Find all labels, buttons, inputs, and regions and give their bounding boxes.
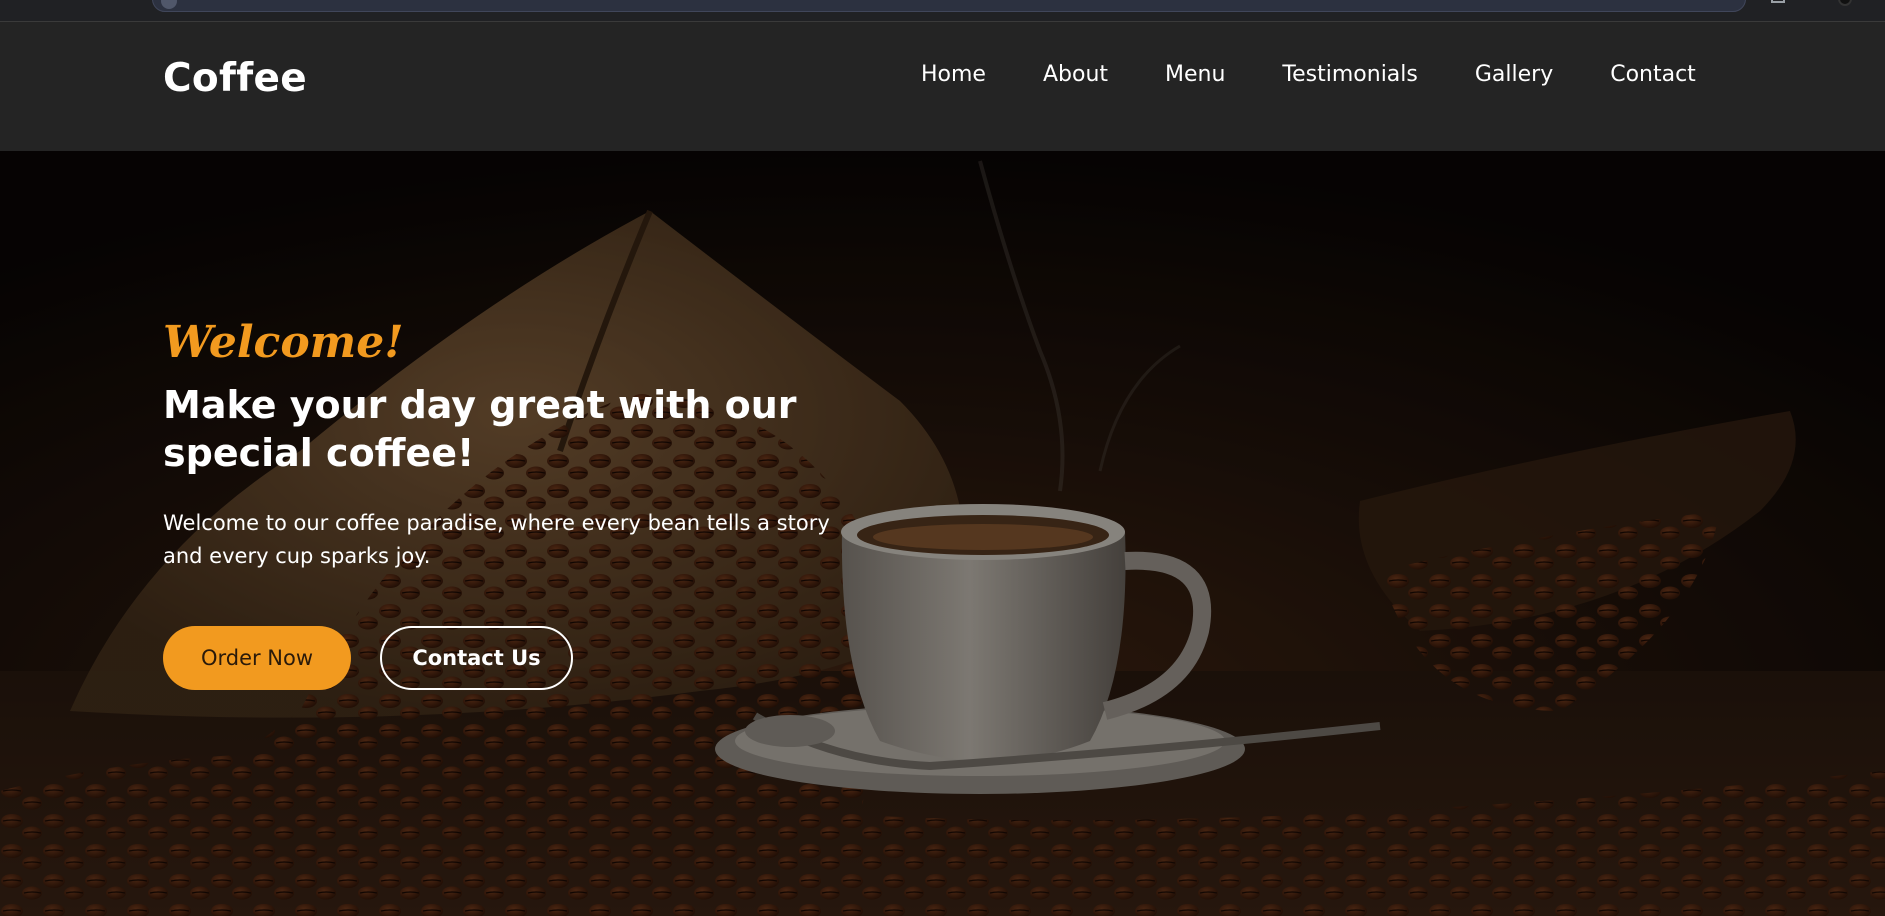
- order-now-button[interactable]: Order Now: [163, 626, 351, 690]
- hero-headline: Make your day great with our special cof…: [163, 383, 797, 475]
- main-nav: Home About Menu Testimonials Gallery Con…: [921, 62, 1696, 87]
- brand-logo[interactable]: Coffee: [163, 56, 307, 101]
- nav-contact[interactable]: Contact: [1610, 62, 1696, 87]
- browser-toolbar: [0, 0, 1885, 22]
- nav-menu[interactable]: Menu: [1165, 62, 1225, 87]
- site-info-icon[interactable]: [161, 0, 177, 9]
- contact-us-button[interactable]: Contact Us: [380, 626, 573, 690]
- hero-actions: Order Now Contact Us: [163, 626, 573, 690]
- hero-subtext: Welcome to our coffee paradise, where ev…: [163, 511, 830, 568]
- hero-section: Welcome! Make your day great with our sp…: [0, 151, 1885, 916]
- profile-avatar[interactable]: [1838, 0, 1852, 6]
- address-bar[interactable]: [152, 0, 1746, 12]
- download-icon[interactable]: [1771, 0, 1785, 3]
- welcome-label: Welcome!: [163, 317, 404, 368]
- nav-home[interactable]: Home: [921, 62, 986, 87]
- site-header: Coffee Home About Menu Testimonials Gall…: [0, 22, 1885, 151]
- hero-text-block: Welcome! Make your day great with our sp…: [163, 315, 883, 573]
- nav-testimonials[interactable]: Testimonials: [1282, 62, 1417, 87]
- nav-about[interactable]: About: [1043, 62, 1108, 87]
- nav-gallery[interactable]: Gallery: [1475, 62, 1553, 87]
